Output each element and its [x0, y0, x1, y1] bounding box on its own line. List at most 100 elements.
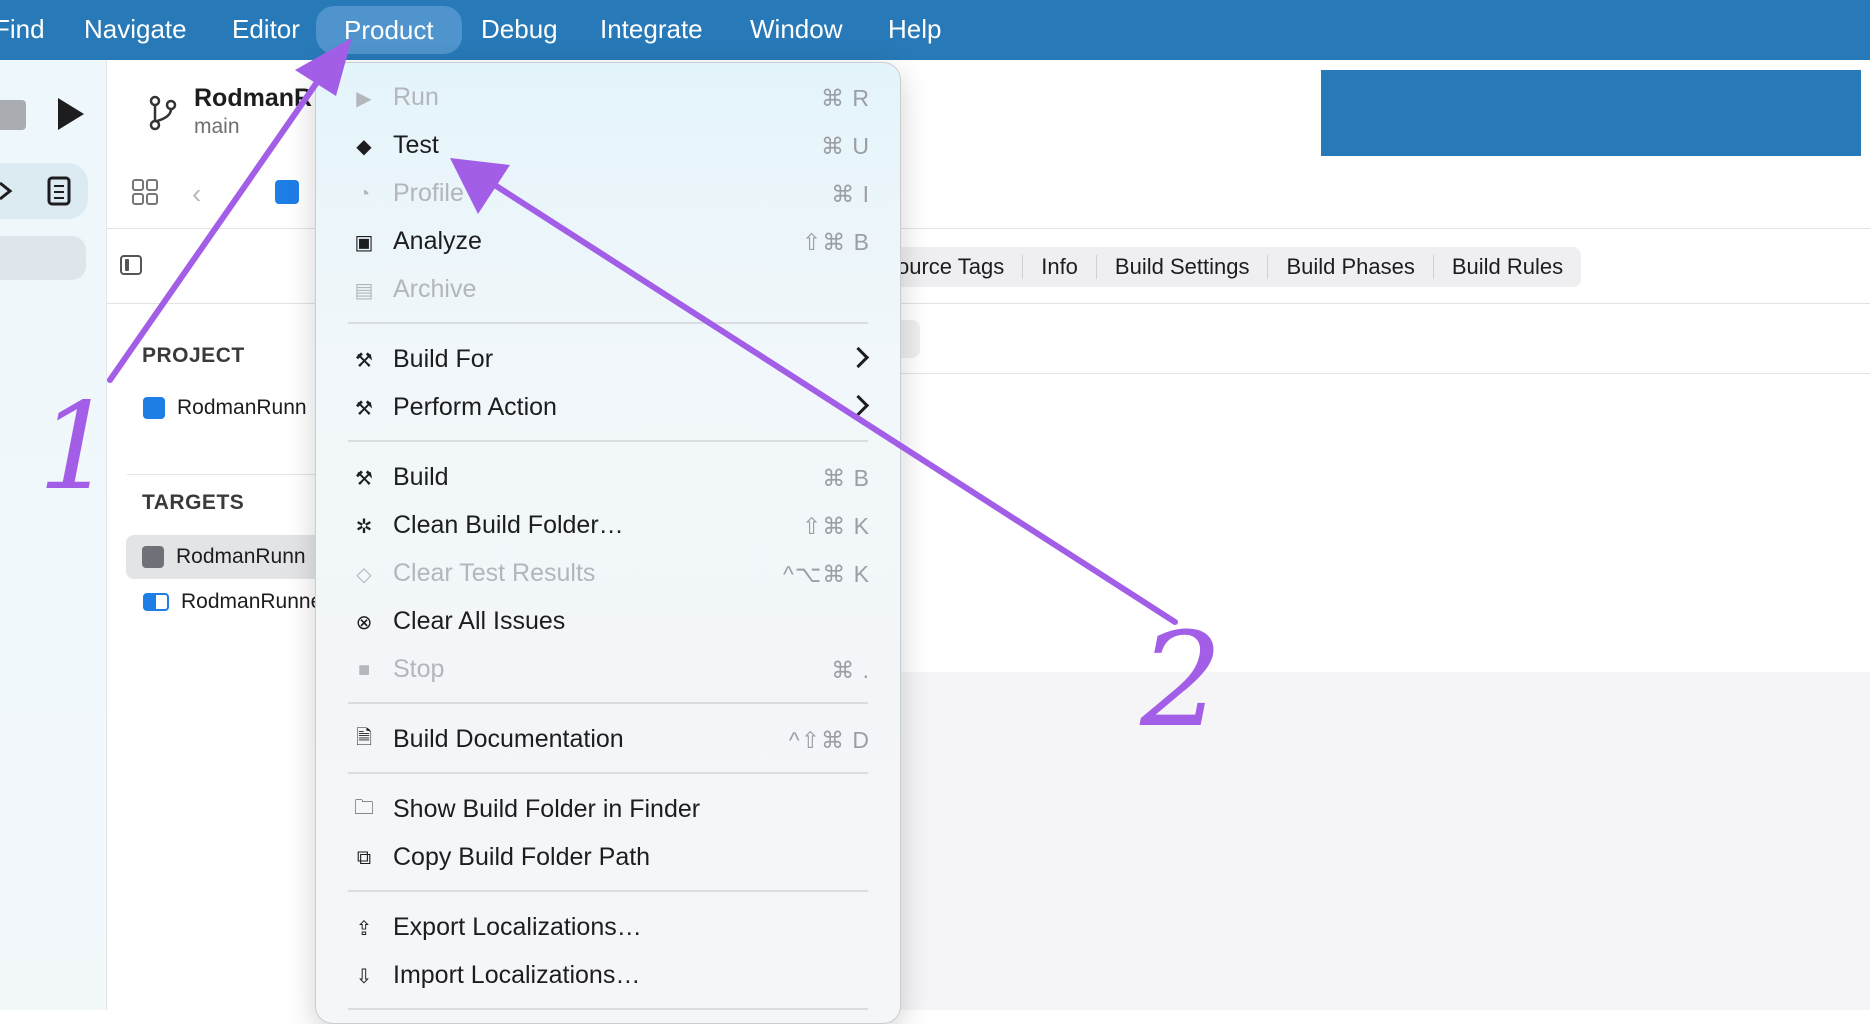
toolbar-status-area — [1321, 70, 1861, 156]
menu-item-label: Run — [393, 83, 439, 111]
menu-item-import-localizations[interactable]: ⇩ Import Localizations… — [316, 954, 900, 998]
chevron-right-icon — [847, 346, 870, 369]
navigator-icons — [0, 176, 71, 206]
menu-find[interactable]: Find — [0, 0, 45, 60]
hammer-gear-icon: ⚒ — [355, 397, 373, 420]
menu-item-shortcut: ⌘ U — [821, 133, 870, 159]
menu-item-perform-action[interactable]: ⚒ Perform Action — [316, 386, 900, 430]
menu-navigate[interactable]: Navigate — [84, 0, 187, 60]
branch-name[interactable]: main — [194, 115, 240, 139]
navigator-selector[interactable] — [0, 163, 88, 219]
activity-sidebar — [0, 60, 107, 1010]
menu-item-show-build-folder[interactable]: 🗀 Show Build Folder in Finder — [316, 788, 900, 832]
tab-info[interactable]: Info — [1022, 255, 1096, 279]
menu-item-shortcut: ⇧⌘ B — [801, 229, 870, 255]
menu-item-label: Build For — [393, 345, 494, 373]
list-item-label: RodmanRunne — [181, 590, 323, 613]
menu-debug[interactable]: Debug — [481, 0, 558, 60]
menu-item-label: Build Documentation — [393, 725, 624, 753]
menu-item-test[interactable]: ◆ Test ⌘ U — [316, 124, 900, 168]
list-item-target[interactable]: RodmanRunne — [127, 580, 327, 624]
menu-editor[interactable]: Editor — [232, 0, 300, 60]
hammer-icon: ⚒ — [355, 467, 373, 490]
targets-section-header: TARGETS — [142, 491, 245, 514]
editor-empty-area — [898, 672, 1870, 1010]
hammer-icon: ⚒ — [355, 349, 373, 372]
branch-icon — [149, 95, 177, 131]
menu-item-label: Analyze — [393, 227, 482, 255]
menu-item-label: Export Localizations… — [393, 913, 642, 941]
menu-item-label: Clean Build Folder… — [393, 511, 624, 539]
app-target-icon — [142, 546, 164, 568]
filter-field[interactable] — [0, 236, 86, 280]
project-title[interactable]: RodmanR — [194, 84, 312, 113]
menu-item-export-localizations[interactable]: ⇪ Export Localizations… — [316, 906, 900, 950]
menu-item-shortcut: ⌘ B — [822, 465, 870, 491]
divider — [898, 373, 1870, 374]
menu-item-build-documentation[interactable]: 🗎 Build Documentation ^⇧⌘ D — [316, 718, 900, 762]
chevron-left-icon[interactable]: ‹ — [192, 178, 201, 210]
stop-icon: ■ — [357, 658, 371, 681]
menu-item-archive[interactable]: ▤ Archive — [316, 268, 900, 312]
play-icon: ▶ — [356, 87, 372, 110]
menu-separator — [348, 772, 868, 774]
sub-tab-fragment[interactable] — [898, 320, 920, 358]
clear-test-icon: ◇ — [356, 563, 372, 586]
tab-resource-tags[interactable]: ource Tags — [895, 255, 1022, 279]
tab-build-rules[interactable]: Build Rules — [1432, 255, 1581, 279]
list-item-label: RodmanRunn — [177, 396, 307, 419]
menu-item-label: Copy Build Folder Path — [393, 843, 651, 871]
list-item-label: RodmanRunn — [176, 545, 306, 568]
menu-item-shortcut: ^⌥⌘ K — [782, 561, 870, 587]
menu-item-profile[interactable]: ◔ Profile ⌘ I — [316, 172, 900, 216]
menu-product[interactable]: Product — [316, 6, 462, 54]
tab-build-phases[interactable]: Build Phases — [1267, 255, 1432, 279]
project-file-icon[interactable] — [275, 180, 299, 204]
document-icon: 🗎 — [355, 727, 373, 749]
menu-item-label: Profile — [393, 179, 464, 207]
menu-integrate[interactable]: Integrate — [600, 0, 703, 60]
menu-window[interactable]: Window — [750, 0, 842, 60]
menu-item-shortcut: ^⇧⌘ D — [788, 727, 870, 753]
menu-item-label: Test — [393, 131, 439, 159]
menu-item-clear-all-issues[interactable]: ⊗ Clear All Issues — [316, 600, 900, 644]
menu-item-analyze[interactable]: ▣ Analyze ⇧⌘ B — [316, 220, 900, 264]
menu-help[interactable]: Help — [888, 0, 941, 60]
menu-separator — [348, 440, 868, 442]
menu-item-label: Archive — [393, 275, 477, 303]
menu-item-label: Build — [393, 463, 449, 491]
project-file-icon — [143, 397, 165, 419]
menu-item-label: Perform Action — [393, 393, 557, 421]
divider — [127, 474, 327, 475]
menu-item-stop[interactable]: ■ Stop ⌘ . — [316, 648, 900, 692]
folder-icon: 🗀 — [354, 797, 374, 819]
project-section-header: PROJECT — [142, 344, 245, 367]
menu-item-build-for[interactable]: ⚒ Build For — [316, 338, 900, 382]
menu-item-shortcut: ⌘ R — [821, 85, 870, 111]
menu-item-copy-build-folder-path[interactable]: ⧉ Copy Build Folder Path — [316, 836, 900, 880]
extension-target-icon — [143, 593, 169, 611]
menu-item-label: Import Localizations… — [393, 961, 641, 989]
menu-separator — [348, 890, 868, 892]
menu-item-label: Stop — [393, 655, 445, 683]
export-icon: ⇪ — [355, 917, 373, 940]
tab-build-settings[interactable]: Build Settings — [1095, 255, 1268, 279]
list-item-target[interactable]: RodmanRunn — [126, 535, 326, 579]
menu-item-run[interactable]: ▶ Run ⌘ R — [316, 76, 900, 120]
stop-icon[interactable] — [0, 100, 26, 130]
run-play-icon[interactable] — [58, 98, 84, 130]
menu-item-label: Show Build Folder in Finder — [393, 795, 701, 823]
menu-item-shortcut: ⌘ . — [831, 657, 870, 683]
clean-sparkle-icon: ✲ — [355, 515, 373, 538]
menu-item-clear-test-results[interactable]: ◇ Clear Test Results ^⌥⌘ K — [316, 552, 900, 596]
menu-item-shortcut: ⇧⌘ K — [801, 513, 870, 539]
import-icon: ⇩ — [355, 965, 373, 988]
sidebar-toggle-icon[interactable] — [120, 255, 142, 275]
clear-issues-icon: ⊗ — [355, 611, 373, 634]
copy-icon: ⧉ — [356, 846, 372, 869]
menu-item-build[interactable]: ⚒ Build ⌘ B — [316, 456, 900, 500]
grid-icon[interactable] — [132, 179, 158, 205]
menu-item-clean-build-folder[interactable]: ✲ Clean Build Folder… ⇧⌘ K — [316, 504, 900, 548]
list-item-project[interactable]: RodmanRunn — [127, 386, 327, 430]
menu-separator — [348, 702, 868, 704]
